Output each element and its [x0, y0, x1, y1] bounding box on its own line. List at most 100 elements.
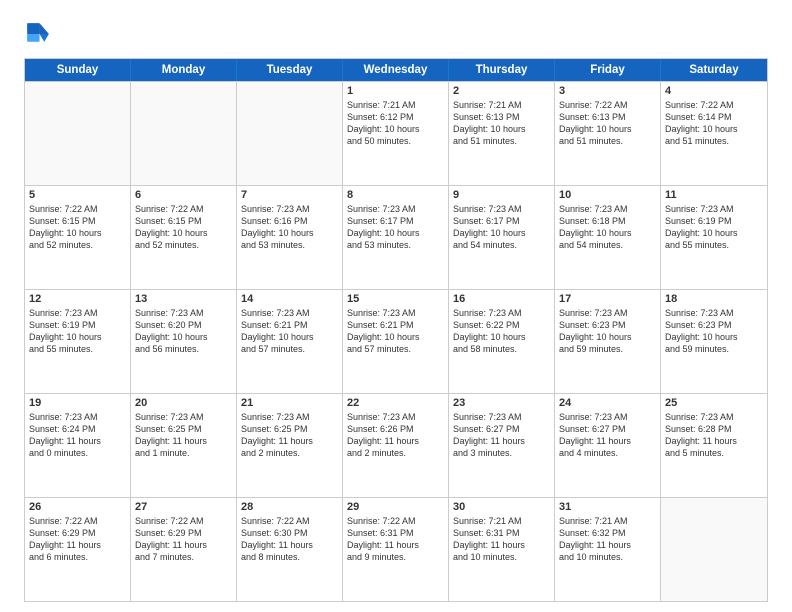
header-day-sunday: Sunday: [25, 59, 131, 81]
day-cell-18: 18Sunrise: 7:23 AM Sunset: 6:23 PM Dayli…: [661, 290, 767, 393]
day-cell-17: 17 Sunrise: 7:23 AM Sunset: 6:23 PM Dayli…: [555, 290, 661, 393]
day-cell-29: 29 Sunrise: 7:22 AM Sunset: 6:31 PM Dayli…: [343, 498, 449, 601]
header-day-thursday: Thursday: [449, 59, 555, 81]
day-info: Sunrise: 7:23 AM Sunset: 6:21 PM Dayligh…: [241, 307, 338, 356]
day-cell-5: 5 Sunrise: 7:22 AM Sunset: 6:15 PM Daylig…: [25, 186, 131, 289]
day-cell-7: 7Sunrise: 7:23 AM Sunset: 6:16 PM Daylig…: [237, 186, 343, 289]
day-info: Sunrise: 7:21 AM Sunset: 6:12 PM Dayligh…: [347, 99, 444, 148]
day-info: Sunrise: 7:23 AM Sunset: 6:25 PM Dayligh…: [135, 411, 232, 460]
day-number: 5: [29, 189, 126, 201]
calendar-header-row: SundayMondayTuesdayWednesdayThursdayFrid…: [25, 59, 767, 81]
header-day-monday: Monday: [131, 59, 237, 81]
day-cell-4: 4Sunrise: 7:22 AM Sunset: 6:14 PM Daylig…: [661, 82, 767, 185]
day-cell-8: 8 Sunrise: 7:23 AM Sunset: 6:17 PM Daylig…: [343, 186, 449, 289]
day-info: Sunrise: 7:22 AM Sunset: 6:15 PM Dayligh…: [135, 203, 232, 252]
day-cell-21: 21 Sunrise: 7:23 AM Sunset: 6:25 PM Dayli…: [237, 394, 343, 497]
day-number: 12: [29, 293, 126, 305]
day-number: 27: [135, 501, 232, 513]
empty-cell: [237, 82, 343, 185]
page: SundayMondayTuesdayWednesdayThursdayFrid…: [0, 0, 792, 612]
day-cell-6: 6Sunrise: 7:22 AM Sunset: 6:15 PM Daylig…: [131, 186, 237, 289]
day-cell-26: 26Sunrise: 7:22 AM Sunset: 6:29 PM Dayli…: [25, 498, 131, 601]
logo-icon: [24, 20, 52, 48]
day-info: Sunrise: 7:22 AM Sunset: 6:29 PM Dayligh…: [135, 515, 232, 564]
day-cell-27: 27 Sunrise: 7:22 AM Sunset: 6:29 PM Dayli…: [131, 498, 237, 601]
day-cell-30: 30 Sunrise: 7:21 AM Sunset: 6:31 PM Dayli…: [449, 498, 555, 601]
day-info: Sunrise: 7:23 AM Sunset: 6:27 PM Dayligh…: [559, 411, 656, 460]
day-number: 15: [347, 293, 444, 305]
header-day-saturday: Saturday: [661, 59, 767, 81]
day-info: Sunrise: 7:21 AM Sunset: 6:32 PM Dayligh…: [559, 515, 656, 564]
day-info: Sunrise: 7:23 AM Sunset: 6:21 PM Dayligh…: [347, 307, 444, 356]
day-number: 14: [241, 293, 338, 305]
day-info: Sunrise: 7:22 AM Sunset: 6:30 PM Dayligh…: [241, 515, 338, 564]
header-day-friday: Friday: [555, 59, 661, 81]
day-info: Sunrise: 7:23 AM Sunset: 6:18 PM Dayligh…: [559, 203, 656, 252]
day-number: 16: [453, 293, 550, 305]
day-info: Sunrise: 7:23 AM Sunset: 6:19 PM Dayligh…: [665, 203, 763, 252]
day-info: Sunrise: 7:23 AM Sunset: 6:24 PM Dayligh…: [29, 411, 126, 460]
day-info: Sunrise: 7:21 AM Sunset: 6:31 PM Dayligh…: [453, 515, 550, 564]
day-cell-9: 9 Sunrise: 7:23 AM Sunset: 6:17 PM Daylig…: [449, 186, 555, 289]
day-number: 22: [347, 397, 444, 409]
header: [24, 20, 768, 48]
day-cell-31: 31 Sunrise: 7:21 AM Sunset: 6:32 PM Dayli…: [555, 498, 661, 601]
day-cell-20: 20 Sunrise: 7:23 AM Sunset: 6:25 PM Dayli…: [131, 394, 237, 497]
day-number: 20: [135, 397, 232, 409]
day-info: Sunrise: 7:22 AM Sunset: 6:29 PM Dayligh…: [29, 515, 126, 564]
day-cell-28: 28Sunrise: 7:22 AM Sunset: 6:30 PM Dayli…: [237, 498, 343, 601]
day-info: Sunrise: 7:21 AM Sunset: 6:13 PM Dayligh…: [453, 99, 550, 148]
day-number: 2: [453, 85, 550, 97]
week-row-4: 19 Sunrise: 7:23 AM Sunset: 6:24 PM Dayli…: [25, 393, 767, 497]
day-cell-25: 25 Sunrise: 7:23 AM Sunset: 6:28 PM Dayli…: [661, 394, 767, 497]
day-number: 24: [559, 397, 656, 409]
day-number: 30: [453, 501, 550, 513]
day-cell-13: 13Sunrise: 7:23 AM Sunset: 6:20 PM Dayli…: [131, 290, 237, 393]
day-number: 10: [559, 189, 656, 201]
day-info: Sunrise: 7:22 AM Sunset: 6:15 PM Dayligh…: [29, 203, 126, 252]
day-cell-12: 12 Sunrise: 7:23 AM Sunset: 6:19 PM Dayli…: [25, 290, 131, 393]
day-info: Sunrise: 7:23 AM Sunset: 6:23 PM Dayligh…: [665, 307, 763, 356]
day-info: Sunrise: 7:23 AM Sunset: 6:25 PM Dayligh…: [241, 411, 338, 460]
week-row-5: 26Sunrise: 7:22 AM Sunset: 6:29 PM Dayli…: [25, 497, 767, 601]
day-cell-15: 15 Sunrise: 7:23 AM Sunset: 6:21 PM Dayli…: [343, 290, 449, 393]
day-number: 21: [241, 397, 338, 409]
header-day-tuesday: Tuesday: [237, 59, 343, 81]
day-cell-2: 2 Sunrise: 7:21 AM Sunset: 6:13 PM Daylig…: [449, 82, 555, 185]
empty-cell: [25, 82, 131, 185]
empty-cell: [131, 82, 237, 185]
header-day-wednesday: Wednesday: [343, 59, 449, 81]
day-cell-1: 1Sunrise: 7:21 AM Sunset: 6:12 PM Daylig…: [343, 82, 449, 185]
day-cell-16: 16 Sunrise: 7:23 AM Sunset: 6:22 PM Dayli…: [449, 290, 555, 393]
day-info: Sunrise: 7:23 AM Sunset: 6:26 PM Dayligh…: [347, 411, 444, 460]
day-number: 11: [665, 189, 763, 201]
day-info: Sunrise: 7:23 AM Sunset: 6:17 PM Dayligh…: [347, 203, 444, 252]
day-number: 23: [453, 397, 550, 409]
day-info: Sunrise: 7:22 AM Sunset: 6:31 PM Dayligh…: [347, 515, 444, 564]
day-number: 9: [453, 189, 550, 201]
calendar: SundayMondayTuesdayWednesdayThursdayFrid…: [24, 58, 768, 602]
calendar-body: 1Sunrise: 7:21 AM Sunset: 6:12 PM Daylig…: [25, 81, 767, 601]
day-cell-24: 24 Sunrise: 7:23 AM Sunset: 6:27 PM Dayli…: [555, 394, 661, 497]
day-number: 13: [135, 293, 232, 305]
day-info: Sunrise: 7:23 AM Sunset: 6:22 PM Dayligh…: [453, 307, 550, 356]
day-number: 25: [665, 397, 763, 409]
day-info: Sunrise: 7:23 AM Sunset: 6:28 PM Dayligh…: [665, 411, 763, 460]
day-number: 19: [29, 397, 126, 409]
day-number: 31: [559, 501, 656, 513]
logo: [24, 20, 56, 48]
day-info: Sunrise: 7:23 AM Sunset: 6:17 PM Dayligh…: [453, 203, 550, 252]
day-cell-19: 19 Sunrise: 7:23 AM Sunset: 6:24 PM Dayli…: [25, 394, 131, 497]
day-info: Sunrise: 7:23 AM Sunset: 6:23 PM Dayligh…: [559, 307, 656, 356]
day-cell-22: 22 Sunrise: 7:23 AM Sunset: 6:26 PM Dayli…: [343, 394, 449, 497]
day-number: 7: [241, 189, 338, 201]
day-info: Sunrise: 7:23 AM Sunset: 6:27 PM Dayligh…: [453, 411, 550, 460]
week-row-1: 1Sunrise: 7:21 AM Sunset: 6:12 PM Daylig…: [25, 81, 767, 185]
day-number: 4: [665, 85, 763, 97]
day-number: 17: [559, 293, 656, 305]
day-cell-10: 10 Sunrise: 7:23 AM Sunset: 6:18 PM Dayli…: [555, 186, 661, 289]
day-info: Sunrise: 7:23 AM Sunset: 6:19 PM Dayligh…: [29, 307, 126, 356]
day-number: 8: [347, 189, 444, 201]
day-cell-14: 14 Sunrise: 7:23 AM Sunset: 6:21 PM Dayli…: [237, 290, 343, 393]
day-number: 29: [347, 501, 444, 513]
